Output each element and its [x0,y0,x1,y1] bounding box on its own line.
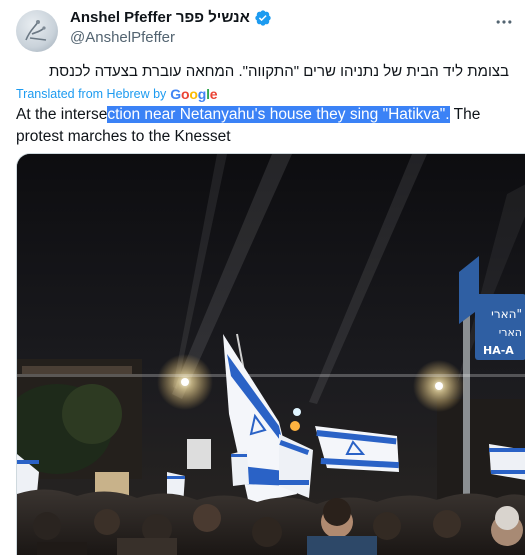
protest-sign [187,439,211,469]
translation-attribution[interactable]: Translated from Hebrew by Google [16,86,218,102]
original-tweet-text: בצומת ליד הבית של נתניהו שרים "התקווה". … [49,63,509,80]
verified-badge-icon [255,10,271,26]
street-sign-latin: HA-A [483,344,514,357]
avatar[interactable] [16,10,58,52]
pole [463,304,470,504]
protest-photo: הארי" הארי HA-A [17,154,525,555]
distant-light [293,408,301,416]
traffic-light [290,421,300,431]
more-options-icon[interactable] [492,10,516,34]
author-display-name-row[interactable]: Anshel Pfeffer אנשיל פפר [70,8,272,28]
tweet-header: Anshel Pfeffer אנשיל פפר @AnshelPfeffer [16,8,516,58]
author-handle[interactable]: @AnshelPfeffer [70,28,272,48]
author-display-name[interactable]: Anshel Pfeffer אנשיל פפר [70,8,250,28]
tweet-photo[interactable]: הארי" הארי HA-A [16,153,525,555]
street-sign-text: הארי" [491,307,522,321]
translation-part-before: At the interse [16,106,108,123]
google-logo: Google [170,86,218,102]
translation-selected-text: ction near Netanyahu's house they sing "… [107,106,450,123]
author-names: Anshel Pfeffer אנשיל פפר @AnshelPfeffer [70,8,272,48]
translated-tweet-text: At the intersection near Netanyahu's hou… [16,104,511,148]
translated-label[interactable]: Translated from Hebrew by [16,87,166,101]
jacket [307,536,377,555]
israeli-flag-back [231,450,249,486]
street-sign-text2: הארי [499,326,522,339]
